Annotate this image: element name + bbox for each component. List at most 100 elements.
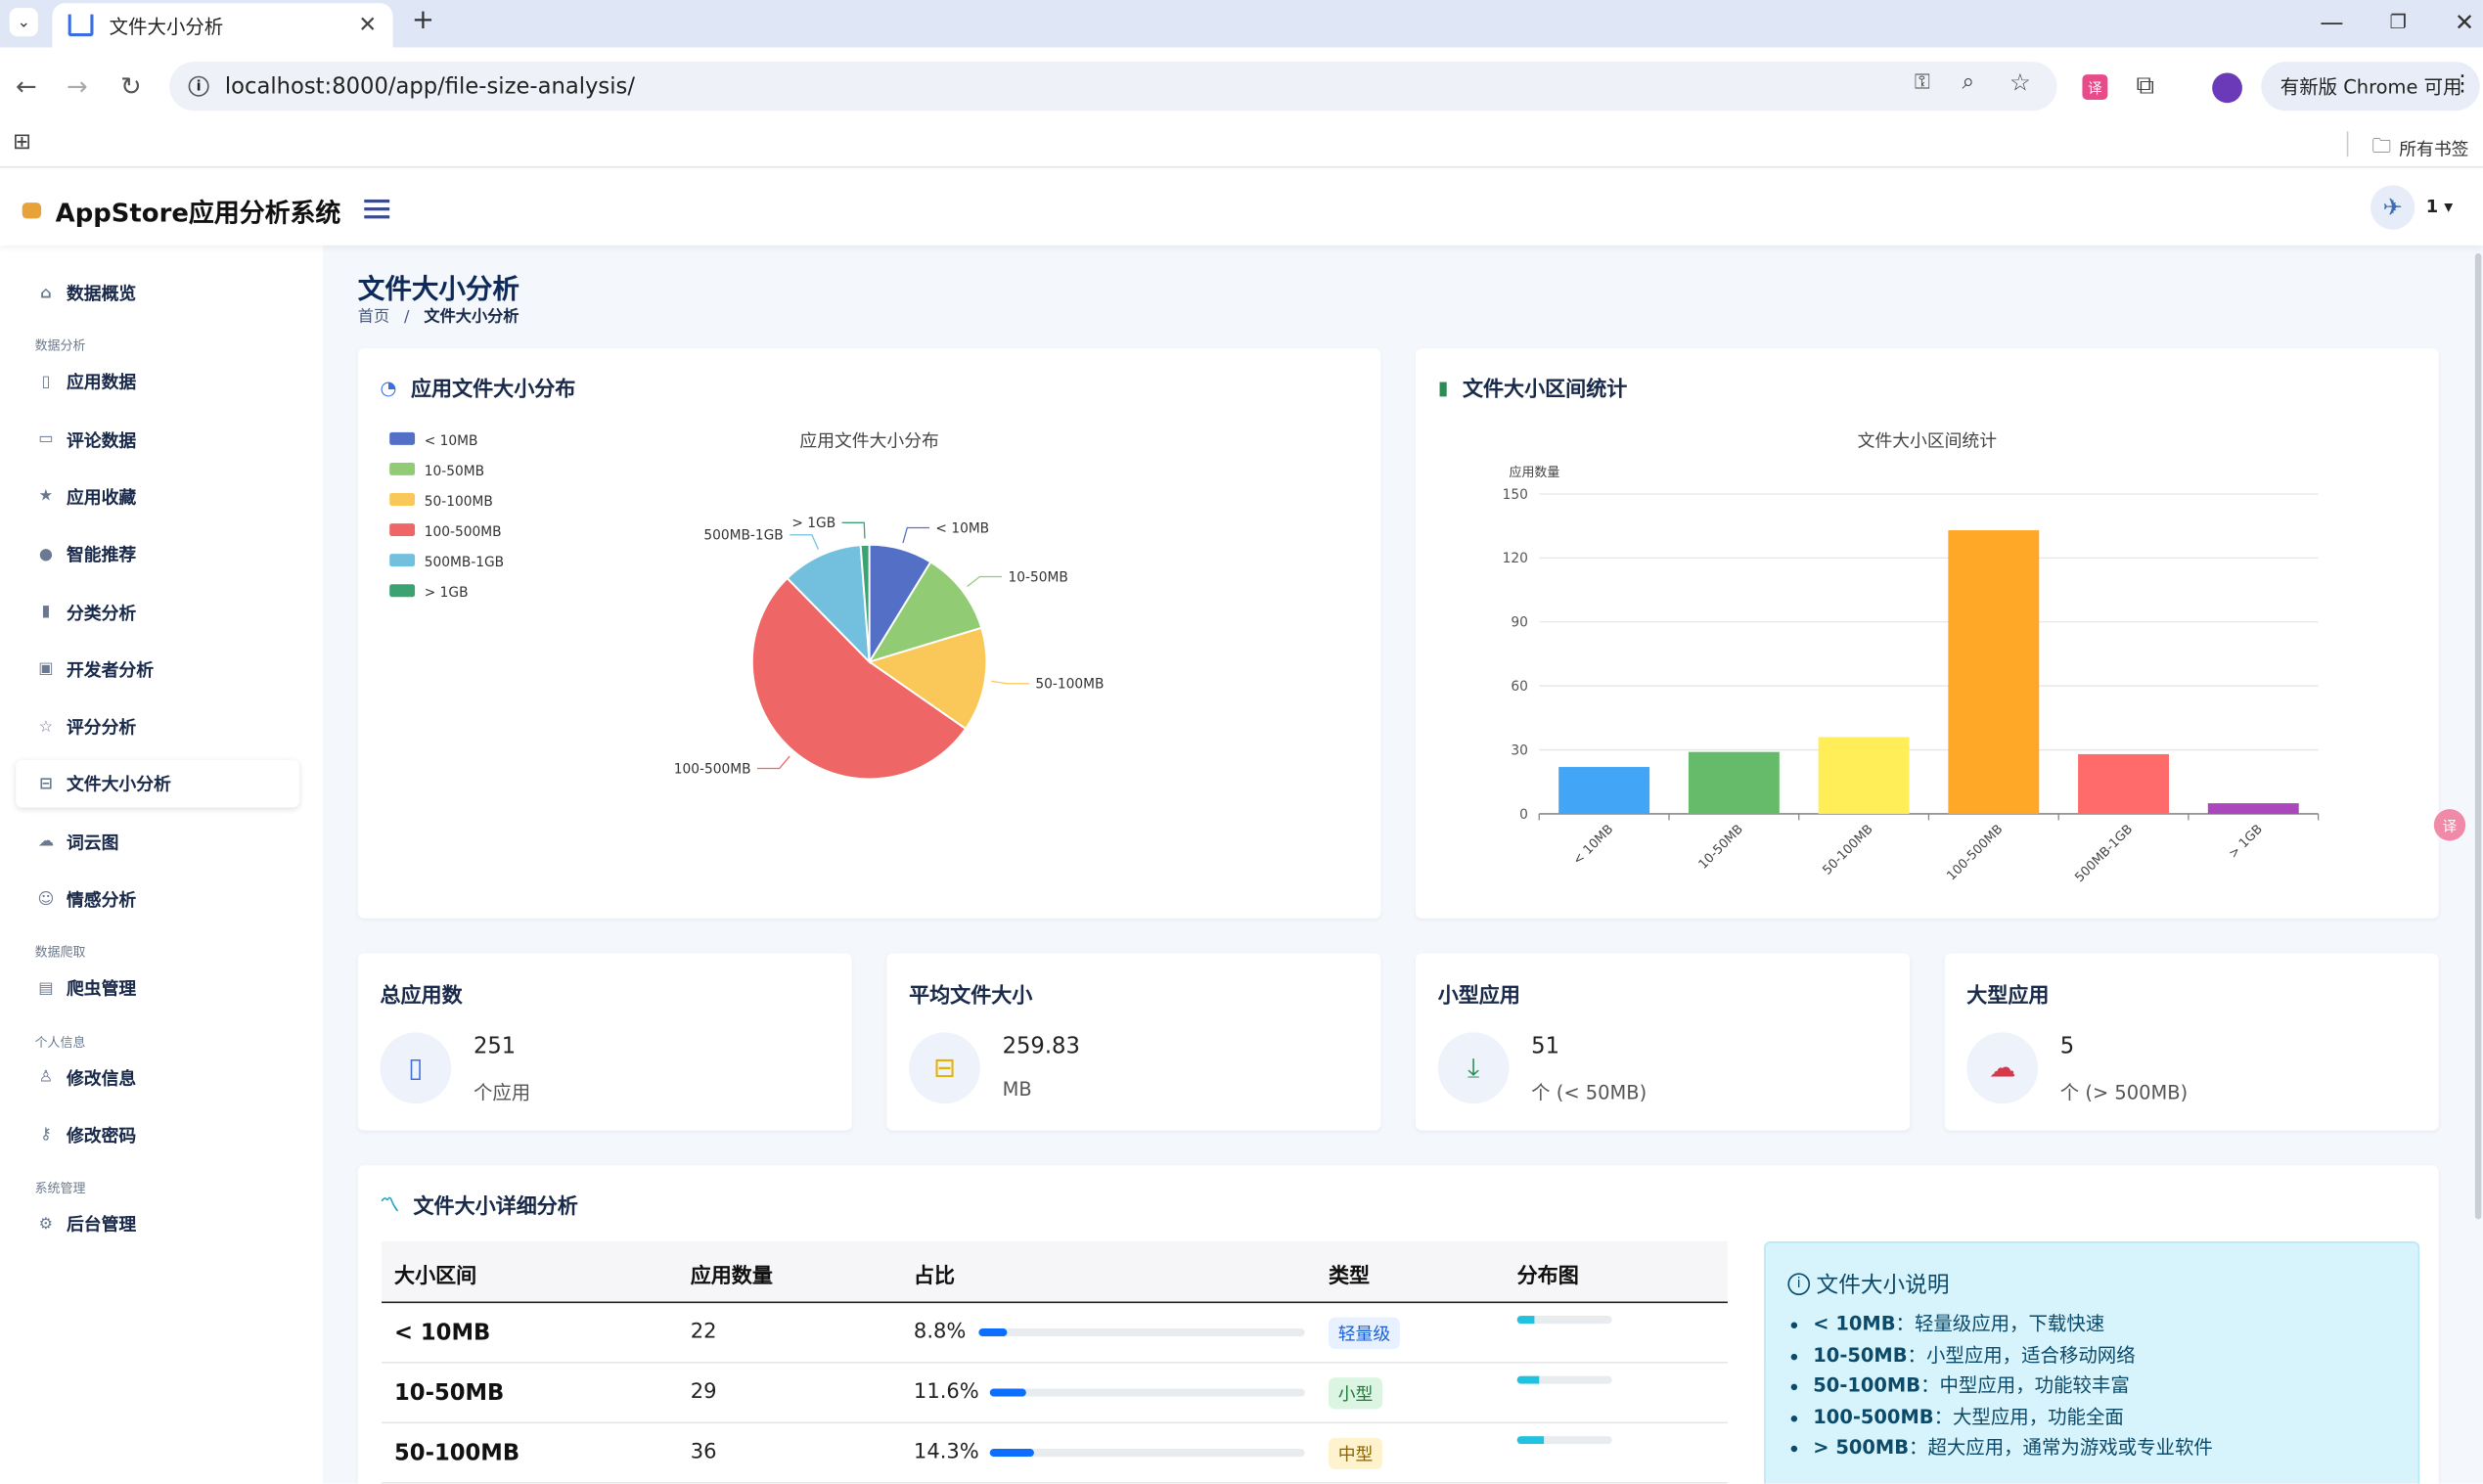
sidebar-item[interactable]: ☺ 情感分析 <box>16 876 299 923</box>
user-menu[interactable]: 1 ▾ <box>2426 197 2454 217</box>
bar[interactable] <box>1688 751 1780 814</box>
sidebar-item[interactable]: ▭ 评论数据 <box>16 416 299 464</box>
pie-slice-label: 100-500MB <box>674 761 751 777</box>
tab-search-button[interactable]: ⌄ <box>9 8 38 37</box>
range-cell: < 10MB <box>394 1320 491 1346</box>
restore-button[interactable]: ❐ <box>2389 11 2406 33</box>
sidebar-item[interactable]: ▯ 应用数据 <box>16 358 299 406</box>
sidebar-item[interactable]: ▮ 分类分析 <box>16 588 299 636</box>
legend-label[interactable]: 50-100MB <box>425 494 493 510</box>
site-info-icon[interactable]: i <box>188 75 209 97</box>
distribution-mini-bar <box>1516 1436 1612 1445</box>
bar[interactable] <box>2207 803 2299 814</box>
close-window-button[interactable]: ✕ <box>2455 8 2474 36</box>
menu-toggle-icon[interactable] <box>364 199 390 219</box>
browser-tab[interactable]: 文件大小分析 ✕ <box>52 3 393 48</box>
app-brand[interactable]: AppStore应用分析系统 <box>22 192 340 230</box>
apps-grid-icon[interactable]: ⊞ <box>13 130 31 156</box>
tab-title: 文件大小分析 <box>109 15 224 38</box>
forward-button[interactable]: → <box>67 71 88 102</box>
pie-label-line <box>967 575 1003 588</box>
sidebar-section-header: 个人信息 <box>34 1034 86 1050</box>
user-avatar[interactable]: ✈ <box>2370 185 2415 230</box>
sidebar-item[interactable]: ⚷ 修改密码 <box>16 1111 299 1159</box>
column-header[interactable]: 类型 <box>1329 1259 1370 1288</box>
new-tab-button[interactable]: + <box>412 5 434 36</box>
percent-progress-bar <box>989 1388 1305 1397</box>
pie-label-line <box>841 521 866 539</box>
sidebar-item[interactable]: ☁ 词云图 <box>16 818 299 866</box>
stat-label: 总应用数 <box>380 984 463 1010</box>
percent-progress-bar <box>978 1328 1305 1337</box>
bookmark-star-icon[interactable]: ☆ <box>2009 68 2031 97</box>
extensions-icon[interactable]: ⧉ <box>2136 69 2154 101</box>
y-tick-label: 150 <box>1503 487 1528 503</box>
note-item: > 500MB：超大应用，通常为游戏或专业软件 <box>1813 1433 2213 1464</box>
sidebar-item[interactable]: ⌂ 数据概览 <box>16 269 299 317</box>
y-tick-label: 120 <box>1503 551 1528 566</box>
range-cell: 50-100MB <box>394 1440 520 1466</box>
note-item: 50-100MB：中型应用，功能较丰富 <box>1813 1372 2213 1403</box>
address-bar[interactable]: i localhost:8000/app/file-size-analysis/… <box>169 62 2057 112</box>
column-header[interactable]: 占比 <box>914 1259 955 1288</box>
legend-swatch[interactable] <box>389 462 416 475</box>
sidebar-item[interactable]: ▤ 爬虫管理 <box>16 965 299 1012</box>
column-header[interactable]: 应用数量 <box>691 1259 773 1288</box>
legend-swatch[interactable] <box>389 493 416 506</box>
sidebar-item[interactable]: ★ 应用收藏 <box>16 473 299 521</box>
legend-swatch[interactable] <box>389 523 416 537</box>
stat-label: 平均文件大小 <box>909 984 1033 1010</box>
bar[interactable] <box>2078 753 2169 814</box>
x-tick-label: < 10MB <box>1570 822 1616 868</box>
back-button[interactable]: ← <box>16 71 37 102</box>
all-bookmarks-button[interactable]: 🗀 所有书签 <box>2372 131 2469 164</box>
legend-swatch[interactable] <box>389 554 416 567</box>
legend-label[interactable]: 500MB-1GB <box>425 555 504 570</box>
detail-card: 〽 文件大小详细分析 大小区间 应用数量 占比 类型 分布图 < 10MB 22 8.8… <box>357 1165 2439 1484</box>
legend-label[interactable]: 100-500MB <box>425 524 502 540</box>
sidebar-item[interactable]: ⊟ 文件大小分析 <box>16 760 299 809</box>
y-tick-label: 90 <box>1511 615 1528 631</box>
pie-slice-label: 50-100MB <box>1035 677 1104 693</box>
reload-button[interactable]: ↻ <box>120 71 142 102</box>
zoom-icon[interactable]: ⌕ <box>1962 69 1974 95</box>
sidebar-item[interactable]: ⚙ 后台管理 <box>16 1200 299 1248</box>
bar[interactable] <box>1818 737 1910 814</box>
sidebar-item[interactable]: ● 智能推荐 <box>16 531 299 579</box>
legend-label[interactable]: < 10MB <box>425 433 478 449</box>
page-scrollbar[interactable] <box>2474 252 2482 1220</box>
distribution-mini-bar <box>1516 1316 1612 1325</box>
pie-label-line <box>757 755 790 770</box>
sidebar-item[interactable]: ▣ 开发者分析 <box>16 646 299 694</box>
star-icon: ★ <box>38 488 54 506</box>
note-item: < 10MB：轻量级应用，下载快速 <box>1813 1310 2213 1341</box>
y-tick-label: 0 <box>1519 807 1528 823</box>
legend-swatch[interactable] <box>389 584 416 598</box>
close-tab-icon[interactable]: ✕ <box>358 13 377 38</box>
breadcrumb-home[interactable]: 首页 <box>358 309 389 327</box>
floating-translate-icon[interactable]: 译 <box>2433 809 2466 841</box>
sidebar-item[interactable]: ♙ 修改信息 <box>16 1054 299 1102</box>
bar[interactable] <box>1558 767 1650 814</box>
minimize-button[interactable]: — <box>2320 8 2343 36</box>
legend-label[interactable]: > 1GB <box>425 585 469 601</box>
column-header[interactable]: 大小区间 <box>394 1259 476 1288</box>
column-header[interactable]: 分布图 <box>1517 1259 1579 1288</box>
stat-value: 251 <box>473 1033 517 1059</box>
legend-swatch[interactable] <box>389 431 416 445</box>
bar[interactable] <box>1948 530 2040 814</box>
pie-label-line <box>902 526 929 544</box>
browser-tab-bar: ⌄ 文件大小分析 ✕ + — ❐ ✕ <box>0 0 2483 48</box>
translate-extension-icon[interactable]: 译 <box>2082 74 2108 100</box>
x-tick-label: 100-500MB <box>1944 822 2006 883</box>
legend-label[interactable]: 10-50MB <box>425 464 484 479</box>
chrome-menu-icon[interactable]: ⋮ <box>2452 71 2474 97</box>
sidebar-item[interactable]: ☆ 评分分析 <box>16 703 299 751</box>
folder-icon: 🗀 <box>2371 134 2392 157</box>
profile-avatar[interactable] <box>2212 72 2242 104</box>
comment-icon: ▭ <box>38 430 54 449</box>
type-badge: 中型 <box>1329 1437 1383 1470</box>
chrome-update-button[interactable]: 有新版 Chrome 可用 ⋮ <box>2261 62 2480 112</box>
password-key-icon[interactable]: ⚿ <box>1915 71 1930 95</box>
bar-chart-title: 文件大小区间统计 <box>1858 430 1998 451</box>
